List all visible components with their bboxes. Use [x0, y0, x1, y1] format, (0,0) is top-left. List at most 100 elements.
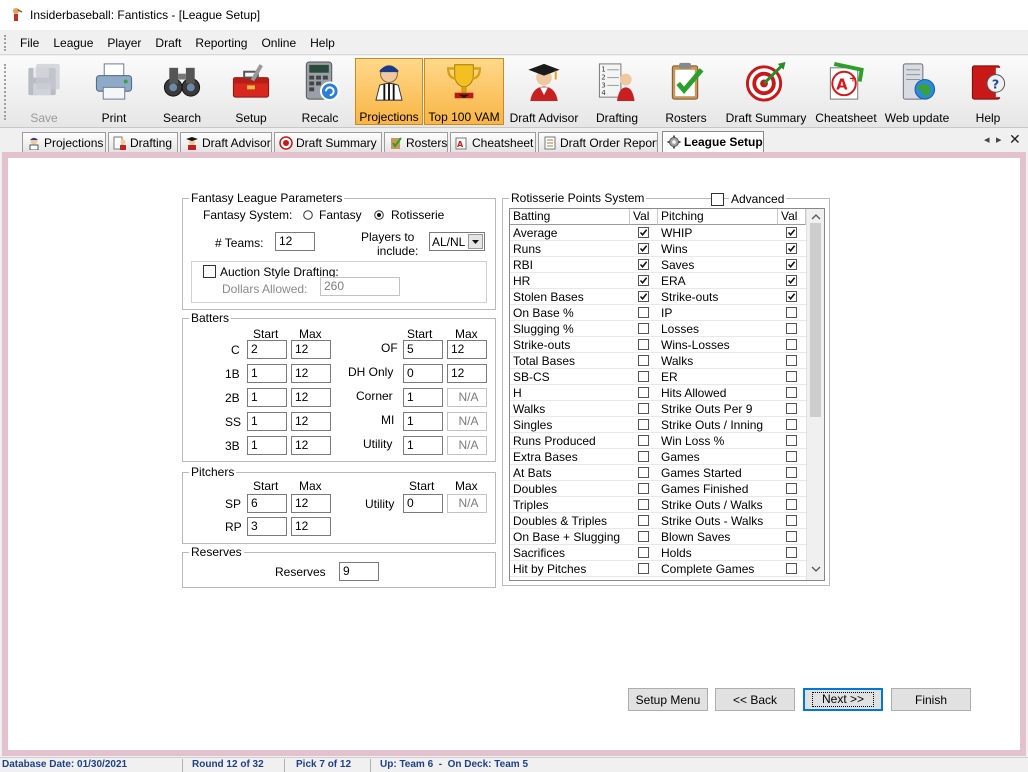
reserves-input[interactable]: 9 [339, 562, 379, 581]
menu-reporting[interactable]: Reporting [188, 36, 254, 50]
tab-draft-order-report[interactable]: Draft Order Report [538, 132, 658, 152]
next-button[interactable]: Next >> [803, 688, 883, 711]
setup-button[interactable]: Setup [220, 58, 282, 125]
menu-file[interactable]: File [13, 36, 46, 50]
pitching-category-checkbox[interactable] [786, 435, 797, 446]
finish-button[interactable]: Finish [891, 688, 971, 711]
mi-max-input[interactable]: N/A [447, 412, 487, 431]
fantasy-radio[interactable] [303, 210, 313, 220]
batting-category-checkbox[interactable] [638, 243, 649, 254]
rp-max-input[interactable]: 12 [291, 517, 331, 536]
scroll-thumb[interactable] [810, 223, 821, 417]
pitching-category-checkbox[interactable] [786, 467, 797, 478]
pitching-category-checkbox[interactable] [786, 339, 797, 350]
tab-scroll-left-icon[interactable]: ◂ [984, 133, 990, 146]
tab-drafting[interactable]: Drafting [108, 132, 178, 152]
sp-max-input[interactable]: 12 [291, 494, 331, 513]
batting-category-checkbox[interactable] [638, 307, 649, 318]
tab-draft-summary[interactable]: Draft Summary [274, 132, 382, 152]
tab-scroll-right-icon[interactable]: ▸ [996, 133, 1002, 146]
pitching-category-checkbox[interactable] [786, 451, 797, 462]
2b-max-input[interactable]: 12 [291, 388, 331, 407]
top-100-vam-button[interactable]: Top 100 VAM [424, 58, 504, 125]
3b-start-input[interactable]: 1 [247, 436, 287, 455]
pitching-category-checkbox[interactable] [786, 355, 797, 366]
advanced-checkbox[interactable] [711, 193, 724, 206]
pitching-category-checkbox[interactable] [786, 291, 797, 302]
menu-player[interactable]: Player [100, 36, 148, 50]
pitching-category-checkbox[interactable] [786, 419, 797, 430]
pitching-category-checkbox[interactable] [786, 531, 797, 542]
batting-category-checkbox[interactable] [638, 227, 649, 238]
dollars-allowed-input[interactable]: 260 [320, 277, 400, 296]
batting-category-checkbox[interactable] [638, 259, 649, 270]
batting-category-checkbox[interactable] [638, 387, 649, 398]
pitching-category-checkbox[interactable] [786, 547, 797, 558]
pitching-category-checkbox[interactable] [786, 243, 797, 254]
sp-start-input[interactable]: 6 [247, 494, 287, 513]
batting-category-checkbox[interactable] [638, 419, 649, 430]
utility-max-input[interactable]: N/A [447, 436, 487, 455]
web-update-button[interactable]: Web update [882, 58, 952, 125]
tab-rosters[interactable]: Rosters [384, 132, 448, 152]
toolbar-grip[interactable] [4, 64, 7, 120]
batting-category-checkbox[interactable] [638, 275, 649, 286]
setup-menu-button[interactable]: Setup Menu [628, 688, 708, 711]
mi-start-input[interactable]: 1 [403, 412, 443, 431]
teams-input[interactable]: 12 [275, 232, 315, 251]
c-start-input[interactable]: 2 [247, 340, 287, 359]
draft-summary-button[interactable]: Draft Summary [722, 58, 810, 125]
batting-category-checkbox[interactable] [638, 563, 649, 574]
pitching-category-checkbox[interactable] [786, 371, 797, 382]
help-button[interactable]: ? Help [958, 58, 1018, 125]
utility-start-input[interactable]: 1 [403, 436, 443, 455]
tab-close-icon[interactable]: ✕ [1009, 131, 1021, 148]
batting-category-checkbox[interactable] [638, 291, 649, 302]
pitching-category-checkbox[interactable] [786, 403, 797, 414]
search-button[interactable]: Search [150, 58, 214, 125]
3b-max-input[interactable]: 12 [291, 436, 331, 455]
batting-category-checkbox[interactable] [638, 499, 649, 510]
batting-category-checkbox[interactable] [638, 371, 649, 382]
rotisserie-radio[interactable] [374, 210, 384, 220]
players-include-dropdown[interactable]: AL/NL [429, 232, 485, 251]
batting-category-checkbox[interactable] [638, 515, 649, 526]
pitching-category-checkbox[interactable] [786, 483, 797, 494]
tab-league-setup[interactable]: League Setup [662, 131, 764, 152]
of-start-input[interactable]: 5 [403, 340, 443, 359]
pitching-category-checkbox[interactable] [786, 307, 797, 318]
scroll-down-icon[interactable] [811, 565, 821, 573]
batting-category-checkbox[interactable] [638, 483, 649, 494]
auction-drafting-checkbox[interactable] [203, 265, 216, 278]
pitching-category-checkbox[interactable] [786, 563, 797, 574]
ss-max-input[interactable]: 12 [291, 412, 331, 431]
menu-grip[interactable] [4, 34, 7, 51]
drafting-button[interactable]: 1234 Drafting [586, 58, 648, 125]
menu-online[interactable]: Online [254, 36, 303, 50]
pitcher-utility-start-input[interactable]: 0 [403, 494, 443, 513]
pitching-category-checkbox[interactable] [786, 515, 797, 526]
rp-start-input[interactable]: 3 [247, 517, 287, 536]
dh-start-input[interactable]: 0 [403, 364, 443, 383]
projections-button[interactable]: Projections [355, 58, 423, 125]
scroll-up-icon[interactable] [811, 213, 821, 221]
pitching-category-checkbox[interactable] [786, 387, 797, 398]
rosters-button[interactable]: Rosters [656, 58, 716, 125]
pitching-category-checkbox[interactable] [786, 227, 797, 238]
batting-category-checkbox[interactable] [638, 339, 649, 350]
batting-category-checkbox[interactable] [638, 355, 649, 366]
1b-start-input[interactable]: 1 [247, 364, 287, 383]
pitching-category-checkbox[interactable] [786, 323, 797, 334]
batting-category-checkbox[interactable] [638, 467, 649, 478]
batting-category-checkbox[interactable] [638, 531, 649, 542]
batting-category-checkbox[interactable] [638, 403, 649, 414]
menu-draft[interactable]: Draft [148, 36, 188, 50]
c-max-input[interactable]: 12 [291, 340, 331, 359]
batting-category-checkbox[interactable] [638, 435, 649, 446]
of-max-input[interactable]: 12 [447, 340, 487, 359]
tab-cheatsheet[interactable]: A Cheatsheet [450, 132, 536, 152]
2b-start-input[interactable]: 1 [247, 388, 287, 407]
pitching-category-checkbox[interactable] [786, 499, 797, 510]
cheatsheet-button[interactable]: A + Cheatsheet [814, 58, 878, 125]
1b-max-input[interactable]: 12 [291, 364, 331, 383]
